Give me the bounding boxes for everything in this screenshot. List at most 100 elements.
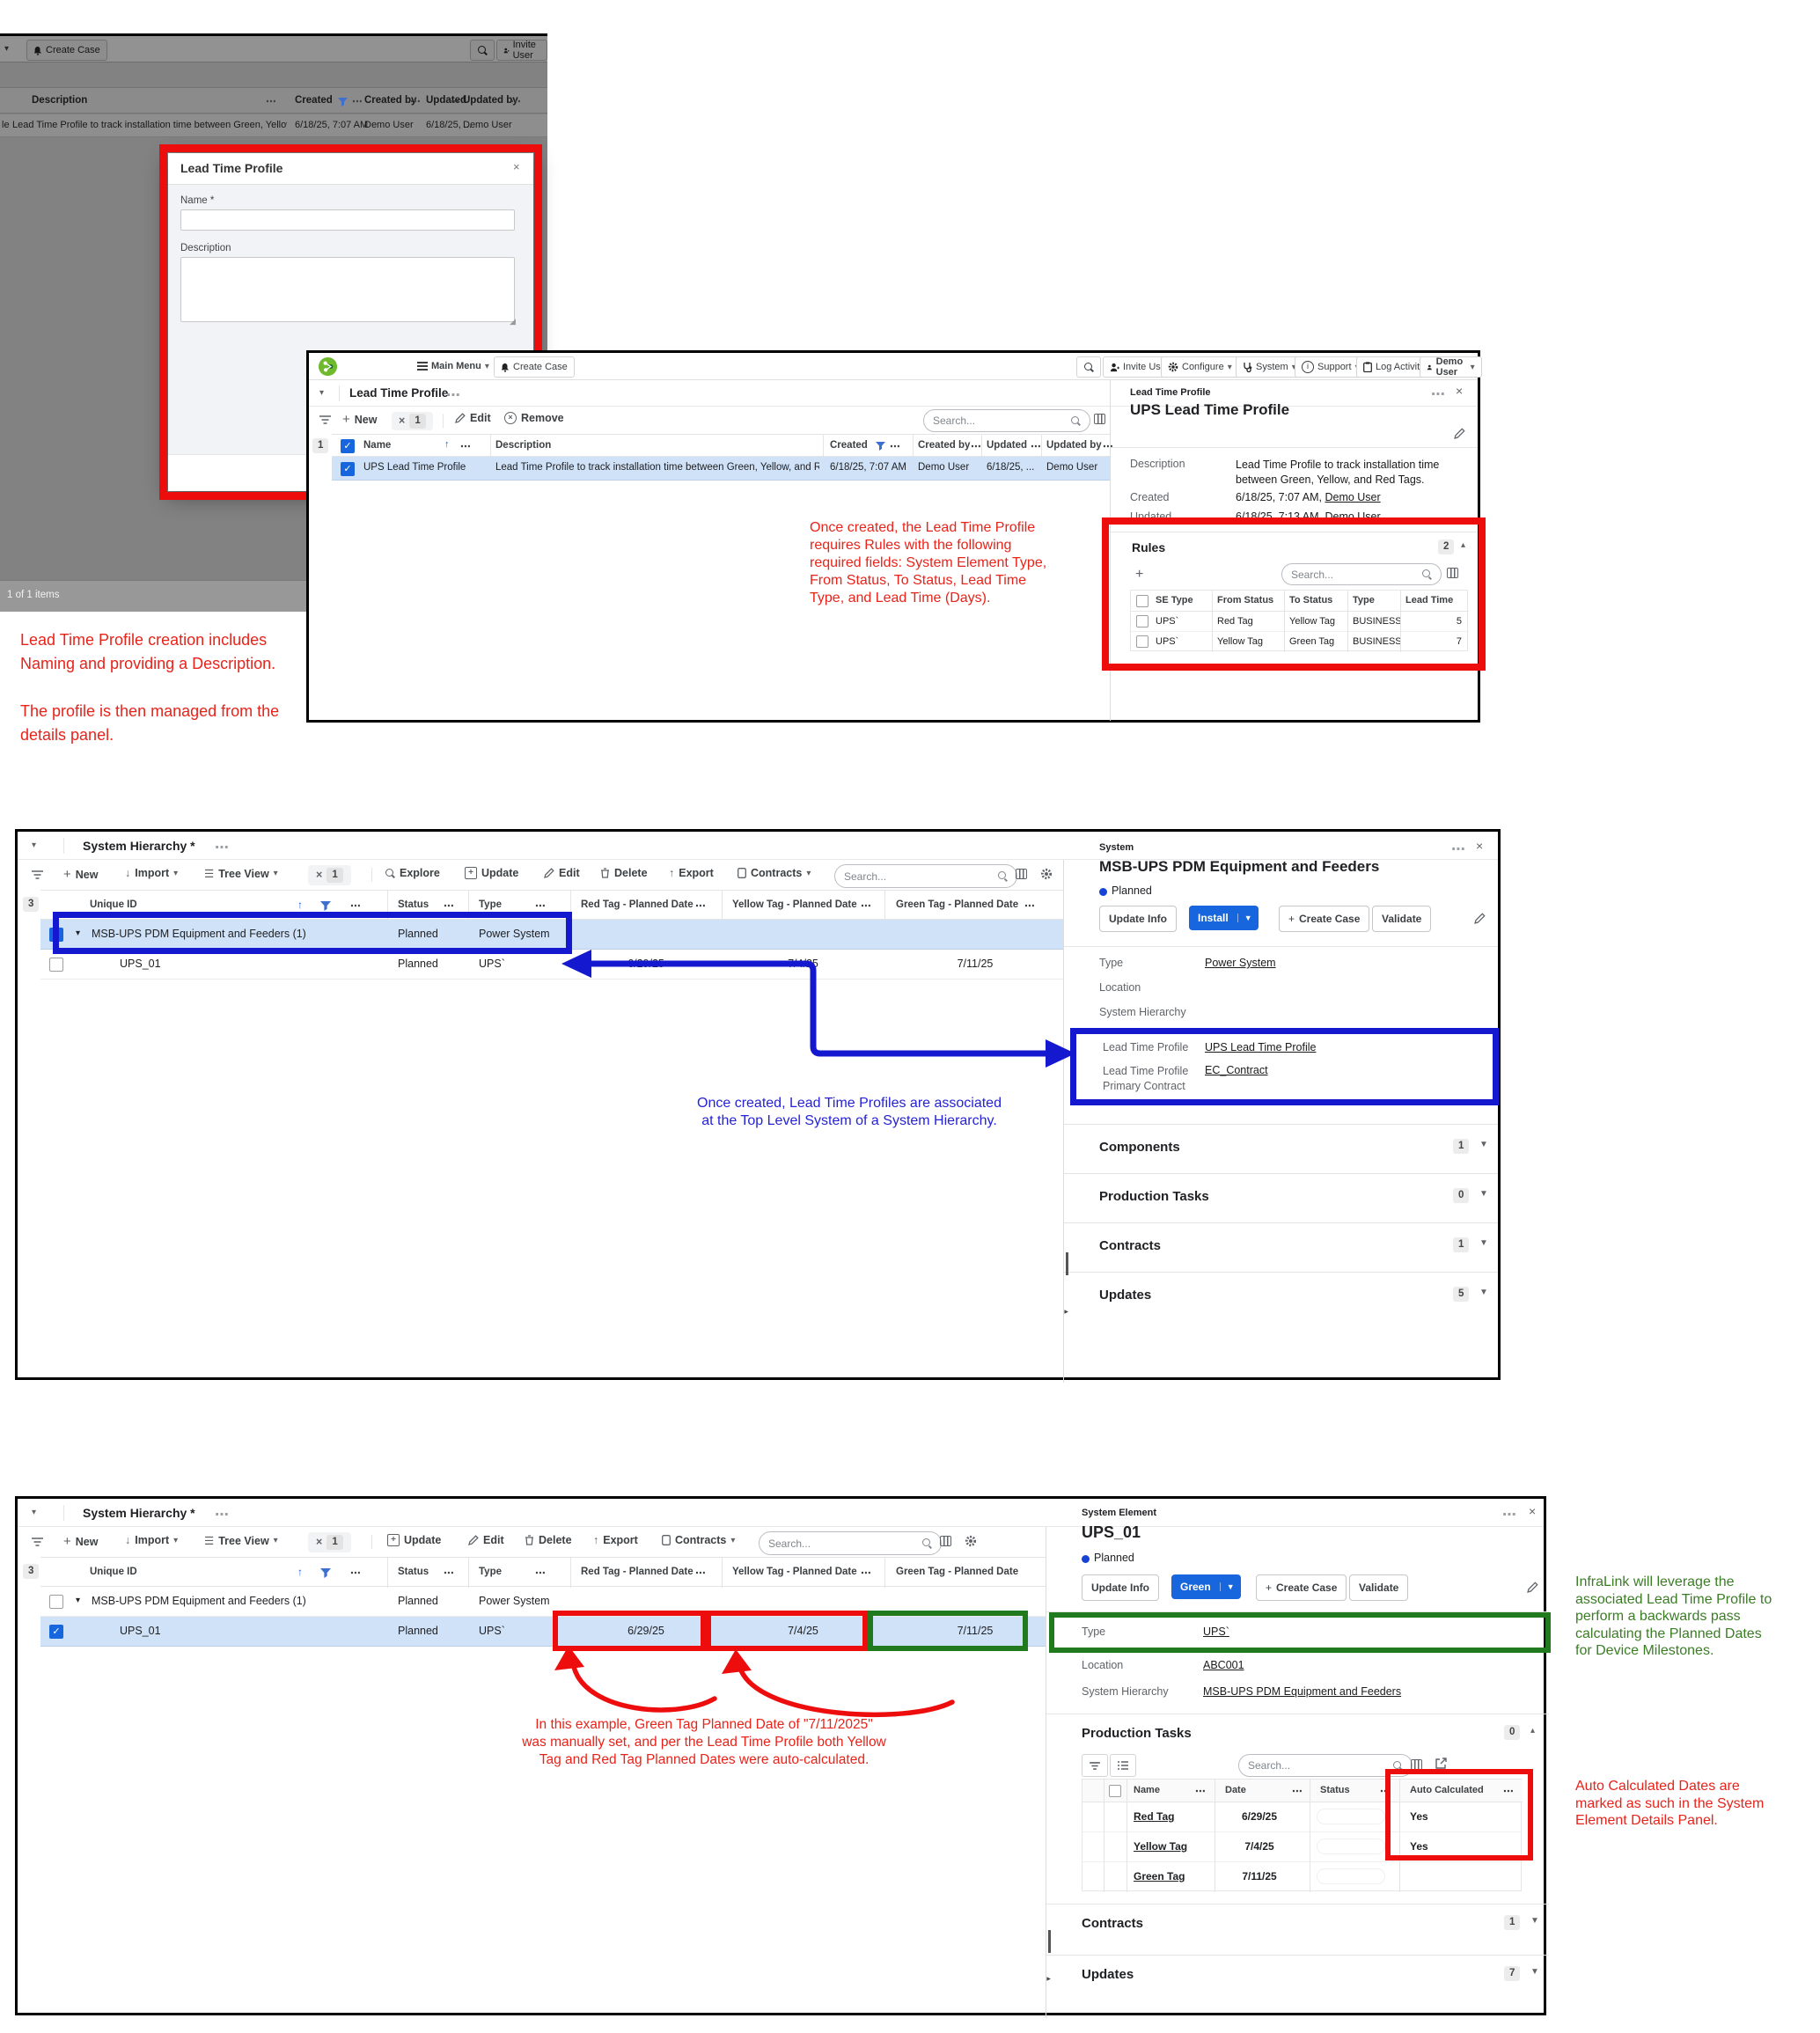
- panel-close-icon[interactable]: ×: [1529, 1504, 1536, 1518]
- col-type-menu-icon[interactable]: ⋯: [535, 899, 547, 912]
- col-updated-menu-icon[interactable]: ⋯: [1031, 440, 1042, 452]
- section-title[interactable]: Contracts: [1099, 1238, 1161, 1253]
- edit-button[interactable]: Edit: [544, 867, 580, 879]
- filter-funnel-icon[interactable]: [320, 901, 331, 911]
- filter-icon[interactable]: [319, 415, 331, 424]
- panel-resize-handle[interactable]: [1048, 1930, 1051, 1953]
- create-case-button[interactable]: +Create Case: [1279, 906, 1369, 932]
- system-hierarchy-link[interactable]: MSB-UPS PDM Equipment and Feeders: [1203, 1685, 1401, 1698]
- section-title[interactable]: Contracts: [1082, 1916, 1143, 1931]
- col-updated[interactable]: Updated: [987, 440, 1027, 451]
- col-unique-id-menu-icon[interactable]: ⋯: [350, 1567, 362, 1579]
- panel-expand-arrow-icon[interactable]: ▾: [1061, 1310, 1071, 1314]
- col-created-by[interactable]: Created by: [364, 95, 416, 106]
- col-type[interactable]: Type: [479, 899, 502, 910]
- clear-selection-button[interactable]: ×1: [308, 865, 351, 885]
- columns-icon[interactable]: [940, 1536, 951, 1546]
- install-split-button[interactable]: Install ▼: [1189, 906, 1259, 930]
- explore-button[interactable]: Explore: [385, 867, 440, 879]
- invite-user-button[interactable]: Invite User: [496, 40, 547, 61]
- search-input[interactable]: Search...: [759, 1531, 942, 1555]
- contracts-button[interactable]: Contracts▾: [738, 867, 811, 879]
- view-title[interactable]: Lead Time Profile: [349, 386, 448, 400]
- search-button[interactable]: [1076, 356, 1101, 378]
- cell-milestone-link[interactable]: Red Tag: [1134, 1810, 1174, 1823]
- panel-close-icon[interactable]: ×: [1476, 839, 1483, 853]
- validate-button[interactable]: Validate: [1372, 906, 1431, 932]
- table-row-selected[interactable]: ✓ UPS Lead Time Profile Lead Time Profil…: [332, 457, 1110, 481]
- col-date[interactable]: Date: [1225, 1785, 1246, 1795]
- delete-button[interactable]: Delete: [525, 1534, 572, 1546]
- green-caret[interactable]: ▼: [1220, 1582, 1241, 1591]
- expand-icon[interactable]: ▼: [1479, 1140, 1488, 1149]
- panel-menu-icon[interactable]: ⋯: [1451, 840, 1466, 858]
- select-all-checkbox[interactable]: ✓: [341, 439, 355, 453]
- pencil-icon[interactable]: [1454, 428, 1465, 439]
- col-created[interactable]: Created: [295, 95, 333, 106]
- view-title[interactable]: System Hierarchy *: [83, 839, 195, 853]
- col-name-menu-icon[interactable]: ⋯: [460, 440, 472, 452]
- system-menu-button[interactable]: System ▾: [1236, 356, 1303, 378]
- install-caret[interactable]: ▼: [1237, 914, 1259, 922]
- view-title[interactable]: System Hierarchy *: [83, 1506, 195, 1520]
- col-date-menu-icon[interactable]: ⋯: [1292, 1785, 1303, 1797]
- col-green-tag-menu-icon[interactable]: ⋯: [1024, 899, 1036, 912]
- update-button[interactable]: +Update: [465, 867, 518, 879]
- edit-button[interactable]: Edit: [455, 412, 491, 424]
- col-created-menu-icon[interactable]: ⋯: [352, 95, 363, 107]
- filter-funnel-icon[interactable]: [338, 98, 348, 106]
- col-description-menu-icon[interactable]: ⋯: [266, 95, 277, 107]
- tree-view-button[interactable]: ☰Tree View▾: [204, 1534, 278, 1547]
- gear-icon[interactable]: [965, 1535, 977, 1547]
- col-yellow-tag[interactable]: Yellow Tag - Planned Date: [732, 899, 857, 910]
- view-menu-icon[interactable]: ⋯: [215, 839, 230, 856]
- col-status-menu-icon[interactable]: ⋯: [444, 899, 455, 912]
- validate-button[interactable]: Validate: [1349, 1574, 1408, 1601]
- filter-funnel-icon[interactable]: [320, 1568, 331, 1578]
- search-input[interactable]: Search...: [834, 864, 1017, 888]
- row-checkbox[interactable]: ✓: [341, 462, 355, 476]
- green-split-button[interactable]: Green ▼: [1171, 1574, 1241, 1599]
- cell-milestone-link[interactable]: Yellow Tag: [1134, 1840, 1187, 1853]
- collapse-chevron-icon[interactable]: ▾: [32, 840, 36, 850]
- new-button[interactable]: +New: [63, 867, 98, 882]
- collapse-chevron-icon[interactable]: ▾: [319, 388, 324, 398]
- col-red-tag[interactable]: Red Tag - Planned Date: [581, 1567, 694, 1577]
- delete-button[interactable]: Delete: [600, 867, 648, 879]
- chevron-down-icon[interactable]: ▾: [4, 44, 9, 54]
- type-value-link[interactable]: Power System: [1205, 957, 1276, 969]
- section-title[interactable]: Updates: [1082, 1967, 1134, 1982]
- col-type-menu-icon[interactable]: ⋯: [535, 1567, 547, 1579]
- update-info-button[interactable]: Update Info: [1099, 906, 1177, 932]
- col-description[interactable]: Description: [495, 440, 551, 451]
- clear-selection-button[interactable]: ×1: [308, 1532, 351, 1552]
- table-row[interactable]: le Lead Time Profile to track installati…: [0, 114, 547, 137]
- row-checkbox[interactable]: [49, 958, 63, 972]
- col-red-tag-menu-icon[interactable]: ⋯: [695, 1567, 707, 1579]
- columns-icon[interactable]: [1016, 869, 1027, 879]
- col-yellow-tag-menu-icon[interactable]: ⋯: [861, 1567, 872, 1579]
- gear-icon[interactable]: [1040, 868, 1053, 880]
- infralink-logo[interactable]: [318, 356, 338, 377]
- view-menu-icon[interactable]: ⋯: [446, 386, 461, 404]
- view-menu-icon[interactable]: ⋯: [215, 1506, 230, 1523]
- tree-view-button[interactable]: ☰Tree View▾: [204, 867, 278, 880]
- new-button[interactable]: +New: [63, 1534, 98, 1549]
- location-value-link[interactable]: ABC001: [1203, 1659, 1244, 1671]
- import-button[interactable]: ↓Import▾: [125, 1534, 178, 1546]
- row-checkbox[interactable]: ✓: [49, 1625, 63, 1639]
- export-button[interactable]: ↑Export: [593, 1534, 638, 1546]
- pt-select-all-checkbox[interactable]: [1109, 1785, 1121, 1797]
- col-green-tag[interactable]: Green Tag - Planned Date: [896, 899, 1018, 910]
- col-yellow-tag-menu-icon[interactable]: ⋯: [861, 899, 872, 912]
- col-created-by-menu-icon[interactable]: ⋯: [971, 440, 982, 452]
- expand-icon[interactable]: ▼: [1530, 1967, 1539, 1977]
- col-name[interactable]: Name: [1134, 1785, 1160, 1795]
- col-status[interactable]: Status: [398, 899, 429, 910]
- panel-expand-arrow-icon[interactable]: ▾: [1044, 1977, 1053, 1981]
- sort-up-icon[interactable]: ↑: [297, 1566, 303, 1578]
- col-yellow-tag[interactable]: Yellow Tag - Planned Date: [732, 1567, 857, 1577]
- col-updated-by[interactable]: Updated by: [1046, 440, 1102, 451]
- clear-selection-button[interactable]: × 1: [392, 412, 433, 430]
- col-name[interactable]: Name: [363, 440, 391, 451]
